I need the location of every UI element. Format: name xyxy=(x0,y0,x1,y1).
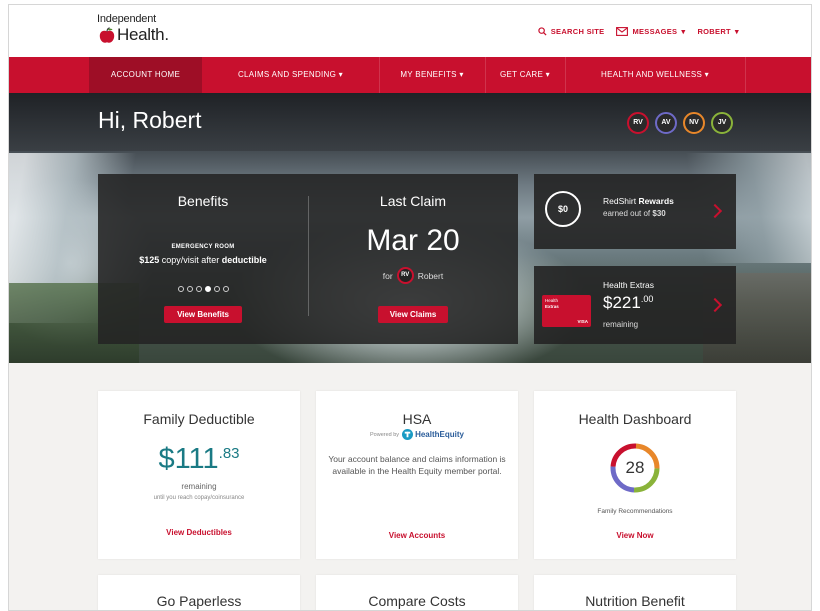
carousel-dot[interactable] xyxy=(186,286,193,292)
nav-get-care[interactable]: GET CARE ▾ xyxy=(485,57,565,93)
view-accounts-link[interactable]: View Accounts xyxy=(316,531,518,540)
view-deductibles-link[interactable]: View Deductibles xyxy=(98,528,300,537)
avatar-nv[interactable]: NV xyxy=(683,112,705,134)
benefits-title: Benefits xyxy=(177,193,229,209)
user-name-label: ROBERT xyxy=(697,27,731,36)
redshirt-rewards-card[interactable]: $0 RedShirt Rewards earned out of $30 xyxy=(534,174,736,249)
main-nav: ACCOUNT HOME CLAIMS AND SPENDING ▾ MY BE… xyxy=(9,57,811,93)
greeting: Hi, Robert xyxy=(98,107,202,133)
health-extras-card[interactable]: Health Extras VISA Health Extras $221.00… xyxy=(534,266,736,344)
hero-banner: Hi, Robert RV AV NV JV Benefits EMERGENC… xyxy=(9,93,811,363)
carousel-dot-active[interactable] xyxy=(204,286,211,292)
recommendations-count: 28 xyxy=(625,458,645,477)
er-copay-bold: deductible xyxy=(221,255,267,265)
chevron-right-icon xyxy=(707,203,723,219)
health-dashboard-title: Health Dashboard xyxy=(578,411,692,427)
recommendations-caption: Family Recommendations xyxy=(597,508,673,515)
logo[interactable]: Independent Health. xyxy=(97,13,177,49)
go-paperless-tile: Go Paperless xyxy=(98,575,300,610)
site-header: Independent Health. SEARCH SITE MESSAGES… xyxy=(9,5,811,57)
er-copay-amount: $125 xyxy=(139,255,160,265)
er-copay-mid: copy/visit after xyxy=(159,255,222,265)
last-claim-title: Last Claim xyxy=(379,193,447,209)
search-site-link[interactable]: SEARCH SITE xyxy=(538,27,605,36)
family-deductible-title: Family Deductible xyxy=(143,411,255,427)
extras-title: Health Extras xyxy=(603,280,655,290)
healthequity-icon xyxy=(402,429,414,440)
browser-page: Independent Health. SEARCH SITE MESSAGES… xyxy=(8,4,812,611)
chevron-down-icon: ▾ xyxy=(734,27,739,36)
claim-member-name: Robert xyxy=(417,270,444,281)
family-deductible-tile: Family Deductible $111.83 remaining unti… xyxy=(98,391,300,559)
utility-links: SEARCH SITE MESSAGES ▾ ROBERT ▾ xyxy=(538,27,739,36)
nav-health-and-wellness[interactable]: HEALTH AND WELLNESS ▾ xyxy=(565,57,745,93)
extras-remaining: remaining xyxy=(603,320,639,329)
logo-line2: Health. xyxy=(117,25,169,44)
compare-costs-title: Compare Costs xyxy=(368,593,466,609)
carousel-dot[interactable] xyxy=(213,286,220,292)
powered-by-label: Powered by xyxy=(370,431,400,438)
messages-label: MESSAGES xyxy=(632,27,678,36)
logo-line1: Independent xyxy=(97,13,156,25)
envelope-icon xyxy=(616,27,629,36)
carousel-dot[interactable] xyxy=(177,286,184,292)
view-benefits-button[interactable]: View Benefits xyxy=(164,306,242,323)
chevron-right-icon xyxy=(707,297,723,313)
last-claim-date: Mar 20 xyxy=(366,224,460,257)
benefits-claims-card: Benefits EMERGENCY ROOM $125 copy/visit … xyxy=(98,174,518,344)
health-extras-card-image: Health Extras VISA xyxy=(542,295,591,327)
view-now-link[interactable]: View Now xyxy=(534,531,736,540)
rewards-title: RedShirt Rewards xyxy=(603,196,674,206)
carousel-dot[interactable] xyxy=(222,286,229,292)
search-icon xyxy=(538,27,547,36)
nav-claims-and-spending[interactable]: CLAIMS AND SPENDING ▾ xyxy=(202,57,379,93)
compare-costs-tile: Compare Costs xyxy=(316,575,518,610)
nav-divider xyxy=(745,57,746,93)
nav-my-benefits[interactable]: MY BENEFITS ▾ xyxy=(379,57,485,93)
hsa-title: HSA xyxy=(402,411,432,427)
powered-by: Powered by HealthEquity xyxy=(316,429,518,440)
er-copay-text: $125 copy/visit after deductible xyxy=(98,255,308,265)
family-avatars: RV AV NV JV xyxy=(627,112,733,134)
nutrition-benefit-tile: Nutrition Benefit xyxy=(534,575,736,610)
view-claims-button[interactable]: View Claims xyxy=(378,306,448,323)
carousel-dot[interactable] xyxy=(195,286,202,292)
claim-for-label: for xyxy=(382,270,393,281)
chevron-down-icon: ▾ xyxy=(681,27,686,36)
nutrition-benefit-title: Nutrition Benefit xyxy=(585,593,685,609)
deductible-note: until you reach copay/coinsurance xyxy=(153,495,245,501)
nav-account-home[interactable]: ACCOUNT HOME xyxy=(89,57,202,93)
deductible-remaining: remaining xyxy=(181,482,217,491)
healthequity-logo: HealthEquity xyxy=(402,429,464,440)
er-label: EMERGENCY ROOM xyxy=(171,244,235,250)
messages-link[interactable]: MESSAGES ▾ xyxy=(616,27,685,36)
avatar-av[interactable]: AV xyxy=(655,112,677,134)
rewards-subtitle: earned out of $30 xyxy=(603,209,666,218)
user-menu[interactable]: ROBERT ▾ xyxy=(697,27,739,36)
deductible-amount: $111.83 xyxy=(158,443,240,475)
carousel-dots xyxy=(98,286,308,292)
search-site-label: SEARCH SITE xyxy=(550,27,605,36)
extras-amount: $221.00 xyxy=(603,293,654,312)
last-claim-member: for RV Robert xyxy=(308,267,518,284)
apple-logo-icon xyxy=(99,27,115,43)
hsa-description: Your account balance and claims informat… xyxy=(328,454,506,476)
hsa-tile: HSA Powered by HealthEquity Your account… xyxy=(316,391,518,559)
avatar: RV xyxy=(396,267,414,284)
health-dashboard-tile: Health Dashboard 28 Family Recommendatio… xyxy=(534,391,736,559)
avatar-rv[interactable]: RV xyxy=(627,112,649,134)
go-paperless-title: Go Paperless xyxy=(156,593,242,609)
rewards-amount: $0 xyxy=(545,191,581,227)
avatar-jv[interactable]: JV xyxy=(711,112,733,134)
